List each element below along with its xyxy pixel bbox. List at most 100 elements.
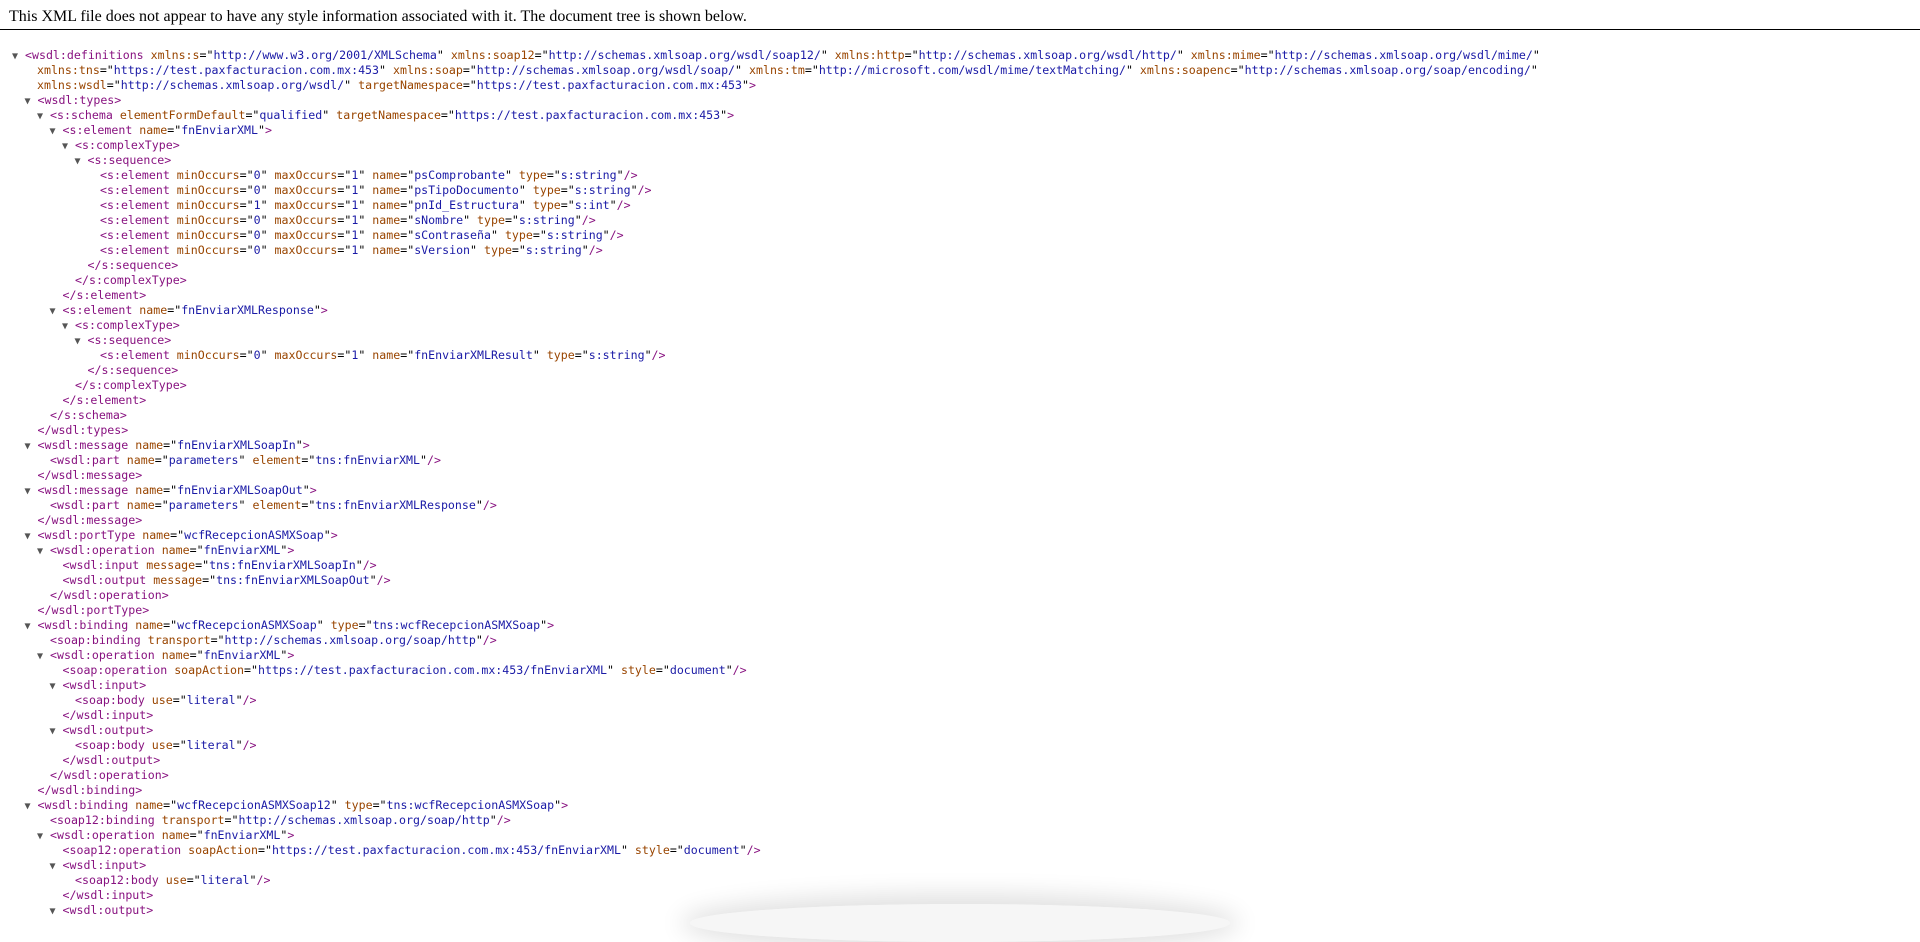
toggle-spacer: [87, 169, 100, 184]
attribute-value: http://schemas.xmlsoap.org/wsdl/: [120, 78, 345, 92]
attribute-value: fnEnviarXMLResponse: [181, 303, 314, 317]
tag-bracket: <: [100, 183, 107, 197]
triangle-down-icon[interactable]: ▼: [50, 124, 63, 139]
tag-bracket: </: [37, 783, 52, 797]
triangle-down-icon[interactable]: ▼: [37, 109, 50, 124]
tag-bracket: />: [496, 813, 511, 827]
attribute-value: https://test.paxfacturacion.com.mx:453: [476, 78, 743, 92]
xml-line: <s:element minOccurs="1" maxOccurs="1" n…: [12, 198, 1912, 213]
triangle-down-icon[interactable]: ▼: [25, 799, 38, 814]
attribute-value: 0: [253, 348, 261, 362]
attribute-name: xmlns:wsdl: [36, 78, 107, 92]
attribute-value: fnEnviarXMLSoapIn: [177, 438, 296, 452]
attribute-value: http://schemas.xmlsoap.org/wsdl/http/: [918, 48, 1177, 62]
tag-bracket: <: [75, 873, 82, 887]
xml-line: </s:complexType>: [12, 378, 1912, 393]
triangle-down-icon[interactable]: ▼: [50, 679, 63, 694]
attribute-name: name: [126, 453, 155, 467]
triangle-down-icon[interactable]: ▼: [62, 319, 75, 334]
xml-line: ▼ <wsdl:binding name="wcfRecepcionASMXSoa…: [24, 798, 569, 814]
triangle-down-icon[interactable]: ▼: [25, 619, 38, 634]
attribute-value: fnEnviarXMLSoapOut: [177, 483, 303, 497]
toggle-spacer: [87, 349, 100, 364]
attribute-value: 1: [351, 198, 359, 212]
tag-bracket: >: [164, 333, 172, 347]
tag-name: s:element: [106, 348, 170, 362]
attribute-value: s:string: [574, 183, 631, 197]
triangle-down-icon[interactable]: ▼: [50, 724, 63, 739]
xml-line: ▼ <s:schema elementFormDefault="qualified…: [37, 108, 735, 124]
triangle-down-icon[interactable]: ▼: [50, 859, 63, 874]
toggle-spacer: [37, 454, 50, 469]
attribute-name: name: [372, 228, 401, 242]
tag-bracket: </: [37, 423, 52, 437]
attribute-value: http://schemas.xmlsoap.org/wsdl/mime/: [1274, 48, 1533, 62]
tag-name: wsdl:part: [56, 498, 120, 512]
tag-name: wsdl:operation: [63, 768, 162, 782]
attribute-value: document: [683, 843, 740, 857]
attribute-name: type: [330, 618, 359, 632]
attribute-name: maxOccurs: [274, 168, 338, 182]
tag-name: wsdl:portType: [51, 603, 143, 617]
tag-bracket: </: [62, 288, 77, 302]
triangle-down-icon[interactable]: ▼: [75, 334, 88, 349]
tag-bracket: />: [581, 213, 596, 227]
tag-bracket: >: [146, 903, 154, 917]
attribute-name: maxOccurs: [274, 198, 338, 212]
toggle-spacer: [62, 379, 75, 394]
attribute-value: http://schemas.xmlsoap.org/soap/http: [238, 813, 490, 827]
triangle-down-icon[interactable]: ▼: [50, 904, 63, 919]
tag-name: wsdl:definitions: [31, 48, 144, 62]
attribute-name: maxOccurs: [274, 228, 338, 242]
xml-line: <soap:body use="literal"/>: [12, 693, 1912, 708]
attribute-value: s:string: [525, 243, 582, 257]
attribute-name: minOccurs: [176, 183, 240, 197]
triangle-down-icon[interactable]: ▼: [25, 439, 38, 454]
tag-name: wsdl:output: [69, 573, 147, 587]
attribute-name: type: [532, 183, 561, 197]
triangle-down-icon[interactable]: ▼: [75, 154, 88, 169]
attribute-value: wcfRecepcionASMXSoap12: [177, 798, 331, 812]
triangle-down-icon[interactable]: ▼: [37, 649, 50, 664]
toggle-spacer: [50, 574, 63, 589]
attribute-value: fnEnviarXML: [181, 123, 258, 137]
tag-bracket: >: [179, 273, 187, 287]
attribute-name: xmlns:tns: [36, 63, 100, 77]
xml-line: </wsdl:portType>: [12, 603, 1912, 618]
tag-bracket: </: [62, 393, 77, 407]
tag-name: s:complexType: [81, 138, 173, 152]
triangle-down-icon[interactable]: ▼: [25, 529, 38, 544]
tag-bracket: >: [119, 408, 127, 422]
triangle-down-icon[interactable]: ▼: [37, 544, 50, 559]
attribute-name: message: [146, 558, 196, 572]
triangle-down-icon[interactable]: ▼: [37, 829, 50, 844]
triangle-down-icon[interactable]: ▼: [12, 49, 25, 64]
toggle-spacer: [87, 229, 100, 244]
tag-bracket: >: [146, 888, 154, 902]
attribute-name: minOccurs: [176, 243, 240, 257]
attribute-name: name: [372, 213, 401, 227]
xml-line: ▼ <wsdl:input>: [12, 858, 1912, 873]
attribute-name: xmlns:soapenc: [1139, 63, 1231, 77]
xml-line: </wsdl:input>: [12, 888, 1912, 903]
tag-bracket: </: [75, 378, 89, 392]
tag-bracket: </: [62, 888, 77, 902]
attribute-value: tns:fnEnviarXML: [315, 453, 421, 467]
triangle-down-icon[interactable]: ▼: [62, 139, 75, 154]
toggle-spacer: [75, 259, 88, 274]
attribute-name: name: [142, 528, 171, 542]
tag-bracket: >: [561, 798, 569, 812]
tag-name: wsdl:input: [76, 708, 147, 722]
triangle-down-icon[interactable]: ▼: [25, 484, 38, 499]
tag-bracket: >: [287, 543, 295, 557]
toggle-spacer: [87, 199, 100, 214]
attribute-name: maxOccurs: [274, 213, 338, 227]
xml-line: </s:schema>: [12, 408, 1912, 423]
tag-bracket: >: [164, 153, 172, 167]
xml-line: </wsdl:message>: [12, 513, 1912, 528]
toggle-spacer: [25, 469, 38, 484]
tag-name: s:element: [106, 213, 170, 227]
xml-line: ▼ <s:element name="fnEnviarXML">: [49, 123, 272, 139]
triangle-down-icon[interactable]: ▼: [25, 94, 38, 109]
triangle-down-icon[interactable]: ▼: [50, 304, 63, 319]
